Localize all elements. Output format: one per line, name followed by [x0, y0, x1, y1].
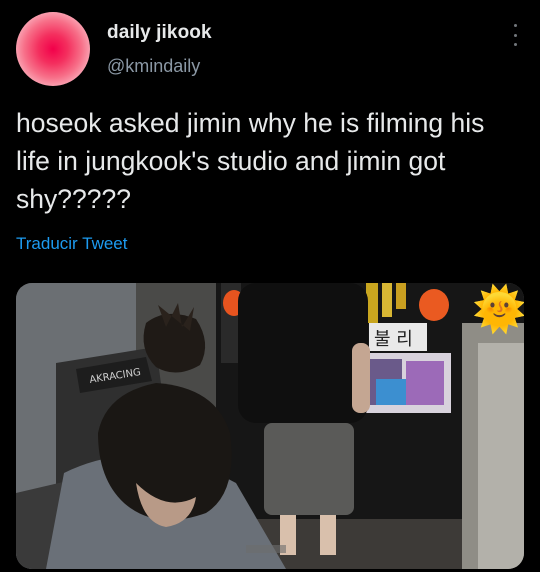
author-handle[interactable]: @kmindaily [107, 56, 200, 77]
tweet-header: daily jikook @kmindaily [16, 12, 524, 86]
author-name[interactable]: daily jikook [107, 22, 212, 44]
more-options-icon[interactable] [512, 24, 518, 46]
translate-tweet-link[interactable]: Traducir Tweet [16, 234, 128, 254]
tweet-media-image[interactable]: 불 리 AKRACING 🌞 [16, 283, 524, 569]
sun-sticker-icon: 🌞 [472, 284, 524, 335]
avatar[interactable] [16, 12, 90, 86]
tweet-text: hoseok asked jimin why he is filming his… [16, 108, 485, 214]
poster-text: 불 리 [374, 329, 413, 350]
